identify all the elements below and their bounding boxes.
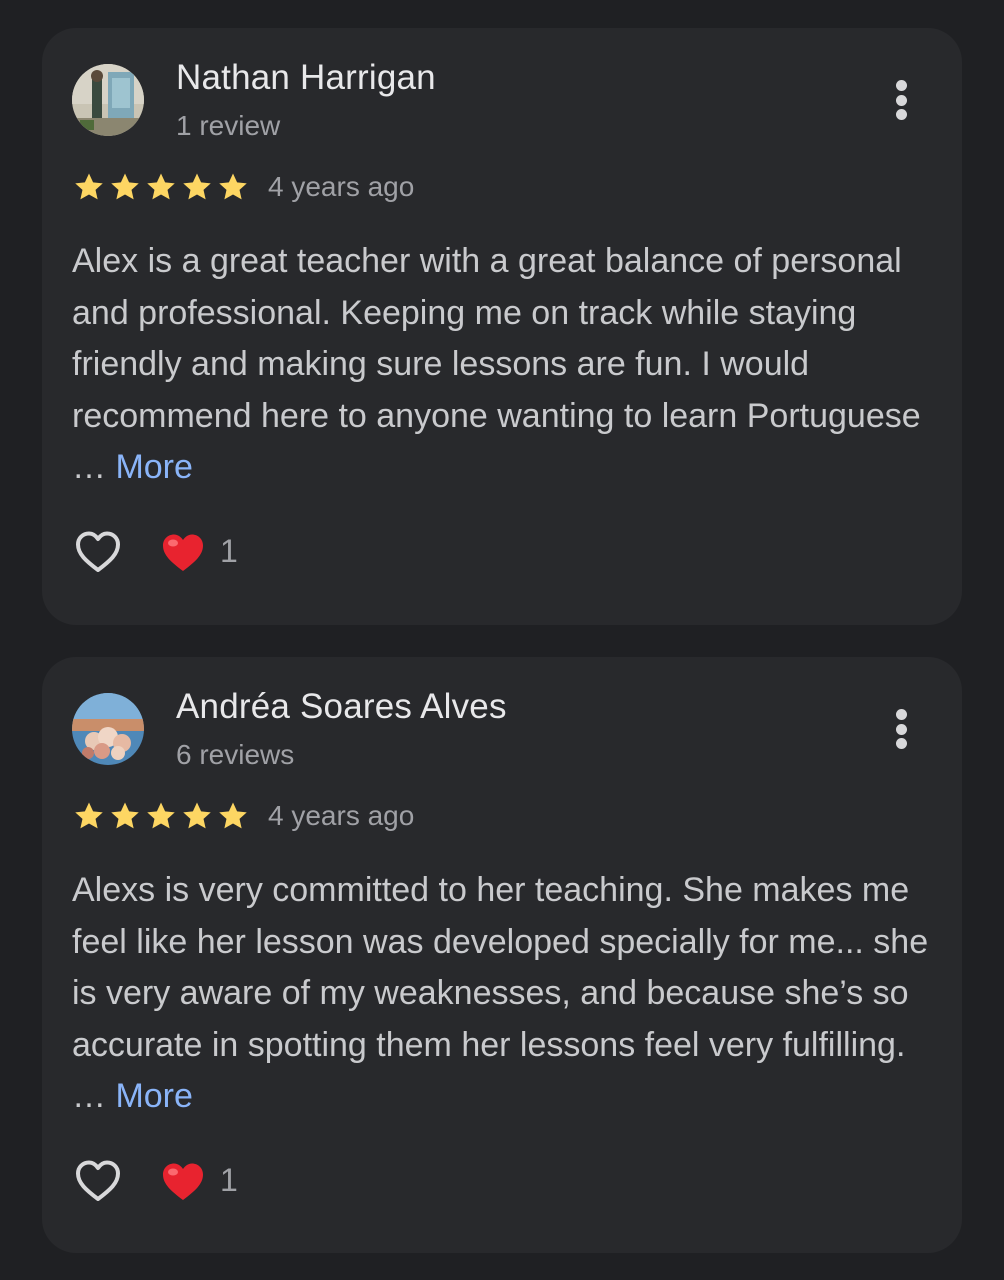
star-icon: [75, 173, 103, 200]
star-icon: [111, 173, 139, 200]
star-icon: [111, 802, 139, 829]
reviewer-review-count: 6 reviews: [176, 739, 295, 770]
more-link[interactable]: More: [115, 1077, 192, 1115]
star-rating: [72, 170, 250, 204]
reviewer-name[interactable]: Andréa Soares Alves: [176, 687, 507, 727]
more-vert-icon[interactable]: [884, 703, 918, 755]
star-icon: [147, 173, 175, 200]
heart-outline-icon: [76, 1160, 120, 1201]
reaction-count: 1: [220, 533, 238, 569]
more-link[interactable]: More: [115, 448, 192, 486]
review-text: Alex is a great teacher with a great bal…: [72, 236, 932, 494]
review-text: Alexs is very committed to her teaching.…: [72, 865, 932, 1123]
reviewer-name[interactable]: Nathan Harrigan: [176, 58, 436, 98]
star-icon: [75, 802, 103, 829]
review-date: 4 years ago: [268, 171, 415, 202]
avatar[interactable]: [72, 693, 144, 765]
review-text-content: Alexs is very committed to her teaching.…: [72, 871, 929, 1115]
like-button[interactable]: [72, 1155, 124, 1207]
review-text-content: Alex is a great teacher with a great bal…: [72, 242, 921, 486]
red-heart-emoji-icon[interactable]: [160, 530, 206, 576]
star-icon: [219, 173, 247, 200]
review-card: Andréa Soares Alves 6 reviews 4 years ag…: [42, 657, 962, 1253]
review-card: Nathan Harrigan 1 review 4 years ago Ale…: [42, 28, 962, 625]
reviewer-review-count: 1 review: [176, 110, 281, 141]
star-icon: [183, 173, 211, 200]
star-rating: [72, 799, 250, 833]
star-icon: [183, 802, 211, 829]
heart-outline-icon: [76, 531, 120, 572]
reaction-count: 1: [220, 1162, 238, 1198]
red-heart-emoji-icon[interactable]: [160, 1159, 206, 1205]
star-icon: [147, 802, 175, 829]
like-button[interactable]: [72, 526, 124, 578]
more-vert-icon[interactable]: [884, 74, 918, 126]
star-icon: [219, 802, 247, 829]
avatar[interactable]: [72, 64, 144, 136]
review-date: 4 years ago: [268, 800, 415, 831]
